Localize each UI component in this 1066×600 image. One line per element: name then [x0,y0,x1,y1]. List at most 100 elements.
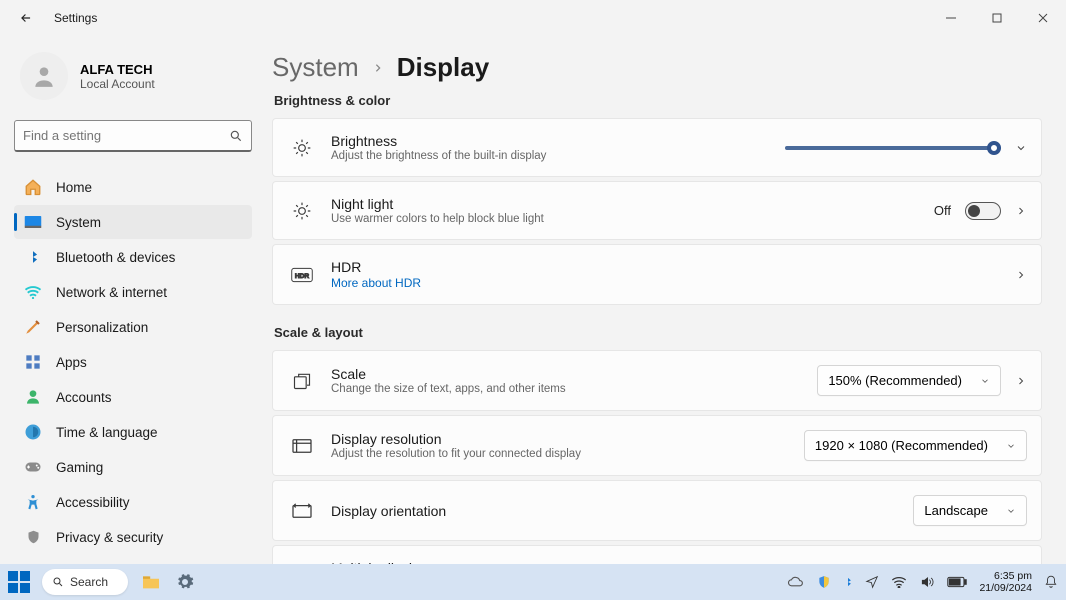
nav-label: Time & language [56,425,158,440]
nav-label: System [56,215,101,230]
nav-label: Accessibility [56,495,130,510]
nav-label: Accounts [56,390,112,405]
profile-block[interactable]: ALFA TECH Local Account [14,46,252,116]
sidebar-item-home[interactable]: Home [14,170,252,204]
hdr-icon: HDR [291,264,313,286]
gaming-icon [24,458,42,476]
search-box[interactable] [14,120,252,152]
notifications-tray-icon[interactable] [1044,574,1058,590]
bluetooth-tray-icon[interactable] [843,574,853,590]
row-subtitle: Change the size of text, apps, and other… [331,383,817,395]
dropdown-value: 1920 × 1080 (Recommended) [815,438,988,453]
row-multi-displays[interactable]: Multiple displays Choose the presentatio… [272,545,1042,564]
row-subtitle: Adjust the brightness of the built-in di… [331,150,785,162]
resolution-icon [291,435,313,457]
chevron-right-icon[interactable] [1015,269,1027,281]
maximize-button[interactable] [974,0,1020,36]
orientation-icon [291,500,313,522]
system-icon [24,213,42,231]
row-title: Display resolution [331,431,804,447]
nav-label: Bluetooth & devices [56,250,175,265]
sidebar-item-personalization[interactable]: Personalization [14,310,252,344]
taskbar: Search 6:35 pm 21/09/2024 [0,564,1066,600]
chevron-down-icon[interactable] [1015,142,1027,154]
section-scale: Scale & layout [274,325,1042,340]
explorer-icon[interactable] [140,571,162,593]
onedrive-icon[interactable] [787,576,805,588]
brightness-slider[interactable] [785,146,1001,150]
orientation-dropdown[interactable]: Landscape [913,495,1027,526]
sidebar-item-gaming[interactable]: Gaming [14,450,252,484]
chevron-down-icon [1006,441,1016,451]
row-title: Brightness [331,133,785,149]
nav-label: Network & internet [56,285,167,300]
sidebar-item-system[interactable]: System [14,205,252,239]
user-account-type: Local Account [80,77,155,91]
sidebar: ALFA TECH Local Account Home System Blue… [0,36,266,564]
sidebar-item-accessibility[interactable]: Accessibility [14,485,252,519]
sidebar-item-network[interactable]: Network & internet [14,275,252,309]
titlebar: Settings [0,0,1066,36]
row-nightlight[interactable]: Night light Use warmer colors to help bl… [272,181,1042,240]
network-icon [24,283,42,301]
hdr-link[interactable]: More about HDR [331,276,1015,290]
slider-thumb[interactable] [987,141,1001,155]
dropdown-value: Landscape [924,503,988,518]
toggle-label: Off [934,203,951,218]
time: 6:35 pm [979,570,1032,582]
volume-tray-icon[interactable] [919,575,935,589]
row-subtitle: Use warmer colors to help block blue lig… [331,213,934,225]
row-brightness[interactable]: Brightness Adjust the brightness of the … [272,118,1042,177]
bluetooth-icon [24,248,42,266]
sidebar-item-apps[interactable]: Apps [14,345,252,379]
clock[interactable]: 6:35 pm 21/09/2024 [979,570,1032,594]
close-button[interactable] [1020,0,1066,36]
security-tray-icon[interactable] [817,574,831,590]
wifi-tray-icon[interactable] [891,576,907,588]
row-title: Scale [331,366,817,382]
chevron-right-icon[interactable] [1015,205,1027,217]
location-tray-icon[interactable] [865,575,879,589]
row-title: HDR [331,259,1015,275]
battery-tray-icon[interactable] [947,576,967,588]
minimize-button[interactable] [928,0,974,36]
svg-text:HDR: HDR [295,272,310,279]
row-title: Display orientation [331,503,913,519]
nav-label: Privacy & security [56,530,163,545]
row-resolution[interactable]: Display resolution Adjust the resolution… [272,415,1042,476]
back-button[interactable] [16,8,36,28]
scale-dropdown[interactable]: 150% (Recommended) [817,365,1001,396]
content: System Display Brightness & color Bright… [266,36,1066,564]
sidebar-item-time[interactable]: Time & language [14,415,252,449]
row-hdr[interactable]: HDR HDR More about HDR [272,244,1042,305]
nightlight-toggle[interactable] [965,202,1001,220]
accounts-icon [24,388,42,406]
personalization-icon [24,318,42,336]
taskbar-search-label: Search [70,575,108,589]
row-title: Night light [331,196,934,212]
row-orientation[interactable]: Display orientation Landscape [272,480,1042,541]
sidebar-item-bluetooth[interactable]: Bluetooth & devices [14,240,252,274]
sidebar-item-accounts[interactable]: Accounts [14,380,252,414]
row-subtitle: Adjust the resolution to fit your connec… [331,448,804,460]
section-brightness: Brightness & color [274,93,1042,108]
search-icon [229,129,243,143]
search-input[interactable] [23,128,229,143]
chevron-down-icon [980,376,990,386]
user-name: ALFA TECH [80,62,155,77]
row-scale[interactable]: Scale Change the size of text, apps, and… [272,350,1042,411]
window-controls [928,0,1066,36]
nav: Home System Bluetooth & devices Network … [14,170,252,589]
breadcrumb: System Display [272,52,1042,83]
settings-taskbar-icon[interactable] [174,571,196,593]
nav-label: Apps [56,355,87,370]
breadcrumb-parent[interactable]: System [272,52,359,83]
scale-icon [291,370,313,392]
start-button[interactable] [8,571,30,593]
apps-icon [24,353,42,371]
accessibility-icon [24,493,42,511]
resolution-dropdown[interactable]: 1920 × 1080 (Recommended) [804,430,1027,461]
sidebar-item-privacy[interactable]: Privacy & security [14,520,252,554]
chevron-right-icon[interactable] [1015,375,1027,387]
taskbar-search[interactable]: Search [42,569,128,595]
